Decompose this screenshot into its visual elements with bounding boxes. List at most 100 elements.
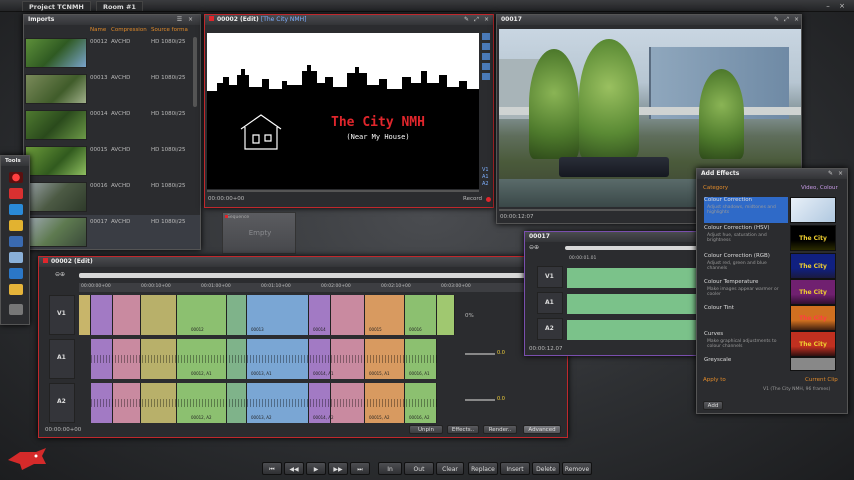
- clip[interactable]: [113, 295, 141, 335]
- pin-icon[interactable]: ✎: [773, 16, 780, 23]
- import-tool-icon[interactable]: [9, 204, 23, 215]
- video-opacity-value[interactable]: 0%: [465, 313, 474, 319]
- mark-in-button[interactable]: In: [378, 462, 402, 475]
- effect-item[interactable]: Greyscale: [704, 357, 788, 369]
- delete-button[interactable]: Delete: [532, 462, 560, 475]
- tab-project[interactable]: Project TCNMH: [22, 1, 91, 11]
- close-button[interactable]: ×: [838, 2, 846, 10]
- clip[interactable]: [79, 295, 91, 335]
- go-end-button[interactable]: ⏭: [350, 462, 370, 475]
- track-header-a2[interactable]: A2: [49, 383, 75, 423]
- settings-tool-icon[interactable]: [9, 252, 23, 263]
- tool-icon[interactable]: [482, 53, 490, 60]
- viewer2-timecode: 00:00:12:07: [500, 214, 534, 220]
- tool-icon[interactable]: [482, 73, 490, 80]
- category-dropdown[interactable]: Video, Colour: [801, 185, 838, 191]
- clip[interactable]: [227, 295, 247, 335]
- trim-track-v1[interactable]: V1: [537, 266, 563, 288]
- go-start-button[interactable]: ⏮: [262, 462, 282, 475]
- record-label[interactable]: Record: [463, 196, 482, 202]
- timeline-scrollbar[interactable]: [79, 273, 549, 278]
- timeline-ruler[interactable]: 00:00:00+00 00:00:10+00 00:01:00+00 00:0…: [79, 283, 549, 292]
- record-dot-icon[interactable]: [486, 197, 491, 202]
- render-button[interactable]: Render..: [483, 425, 517, 434]
- advanced-button[interactable]: Advanced: [523, 425, 561, 434]
- effect-item[interactable]: Colour Correction Adjust shadows, midtone…: [704, 197, 788, 223]
- tool-icon[interactable]: [482, 33, 490, 40]
- unpin-button[interactable]: Unpin: [409, 425, 443, 434]
- tool-icon[interactable]: [482, 63, 490, 70]
- close-icon[interactable]: ×: [483, 16, 490, 23]
- pin-icon[interactable]: ✎: [827, 170, 834, 177]
- trim-clip-a1[interactable]: [567, 294, 699, 314]
- list-item[interactable]: 00016 AVCHD HD 1080i/25: [24, 179, 200, 215]
- record-tool-icon[interactable]: [9, 172, 23, 183]
- remove-button[interactable]: Remove: [562, 462, 592, 475]
- list-item[interactable]: 00014 AVCHD HD 1080i/25: [24, 107, 200, 143]
- col-name[interactable]: Name: [90, 27, 106, 33]
- close-icon[interactable]: ×: [793, 16, 800, 23]
- a1-level-slider[interactable]: [465, 353, 495, 355]
- tool-icon[interactable]: [482, 43, 490, 50]
- users-tool-icon[interactable]: [9, 304, 23, 315]
- list-item[interactable]: 00013 AVCHD HD 1080i/25: [24, 71, 200, 107]
- col-format[interactable]: Source forma: [151, 27, 188, 33]
- insert-button[interactable]: Insert: [500, 462, 530, 475]
- imports-scrollbar[interactable]: [193, 37, 197, 107]
- export-tool-icon[interactable]: [9, 236, 23, 247]
- capture-tool-icon[interactable]: [9, 188, 23, 199]
- close-icon[interactable]: ×: [837, 170, 844, 177]
- effects-button[interactable]: Effects..: [447, 425, 479, 434]
- clip[interactable]: [437, 295, 455, 335]
- clear-button[interactable]: Clear: [436, 462, 464, 475]
- a2-level-slider[interactable]: [465, 399, 495, 401]
- bin-tool-icon[interactable]: [9, 284, 23, 295]
- clip[interactable]: [141, 295, 177, 335]
- trim-clip-a2[interactable]: [567, 320, 699, 340]
- track-tag-a2[interactable]: A2: [482, 181, 489, 188]
- list-view-icon[interactable]: ☰: [176, 16, 183, 23]
- add-effect-button[interactable]: Add: [703, 401, 723, 410]
- replace-button[interactable]: Replace: [468, 462, 498, 475]
- video-preview[interactable]: The City NMH (Near My House): [207, 33, 479, 189]
- list-item[interactable]: 00012 AVCHD HD 1080i/25: [24, 35, 200, 71]
- mark-out-button[interactable]: Out: [404, 462, 434, 475]
- a2-level-value[interactable]: 0.0: [497, 396, 505, 402]
- clip[interactable]: [91, 295, 113, 335]
- effect-item[interactable]: Colour Temperature Make images appear war…: [704, 279, 788, 305]
- minimize-button[interactable]: –: [824, 2, 832, 10]
- scrub-bar[interactable]: [207, 190, 479, 192]
- trim-track-a1[interactable]: A1: [537, 292, 563, 314]
- effect-item[interactable]: Curves Make graphical adjustments to colo…: [704, 331, 788, 357]
- trim-scrollbar[interactable]: [565, 246, 699, 250]
- expand-icon[interactable]: ⤢: [783, 16, 790, 23]
- trim-zoom-icon[interactable]: ⊖⊕: [529, 244, 539, 251]
- network-tool-icon[interactable]: [9, 268, 23, 279]
- clip[interactable]: [331, 295, 365, 335]
- timeline-zoom-icon[interactable]: ⊖⊕: [55, 271, 65, 278]
- rewind-button[interactable]: ◀◀: [284, 462, 304, 475]
- track-header-v1[interactable]: V1: [49, 295, 75, 335]
- trim-track-a2[interactable]: A2: [537, 318, 563, 340]
- col-compression[interactable]: Compression: [111, 27, 147, 33]
- pin-icon[interactable]: ✎: [463, 16, 470, 23]
- list-item[interactable]: 00015 AVCHD HD 1080i/25: [24, 143, 200, 179]
- empty-sequence-tile[interactable]: Sequence Empty: [222, 212, 296, 254]
- track-header-a1[interactable]: A1: [49, 339, 75, 379]
- apply-to-dropdown[interactable]: Current Clip: [805, 377, 838, 383]
- effect-item[interactable]: Colour Correction (RGB) Adjust red, green…: [704, 253, 788, 279]
- track-tag-v1[interactable]: V1: [482, 167, 489, 174]
- folder-tool-icon[interactable]: [9, 220, 23, 231]
- play-button[interactable]: ▶: [306, 462, 326, 475]
- track-tag-a1[interactable]: A1: [482, 174, 489, 181]
- list-item[interactable]: 00017 AVCHD HD 1080i/25: [24, 215, 200, 249]
- tab-room[interactable]: Room #1: [96, 1, 143, 11]
- fast-forward-button[interactable]: ▶▶: [328, 462, 348, 475]
- effect-item[interactable]: Colour Correction (HSV) Adjust hue, satur…: [704, 225, 788, 251]
- ruler-label: 00:02:00+00: [321, 284, 351, 289]
- trim-clip-v1[interactable]: [567, 268, 699, 288]
- effect-item[interactable]: Colour Tint: [704, 305, 788, 331]
- close-icon[interactable]: ×: [187, 16, 194, 23]
- expand-icon[interactable]: ⤢: [473, 16, 480, 23]
- a1-level-value[interactable]: 0.0: [497, 350, 505, 356]
